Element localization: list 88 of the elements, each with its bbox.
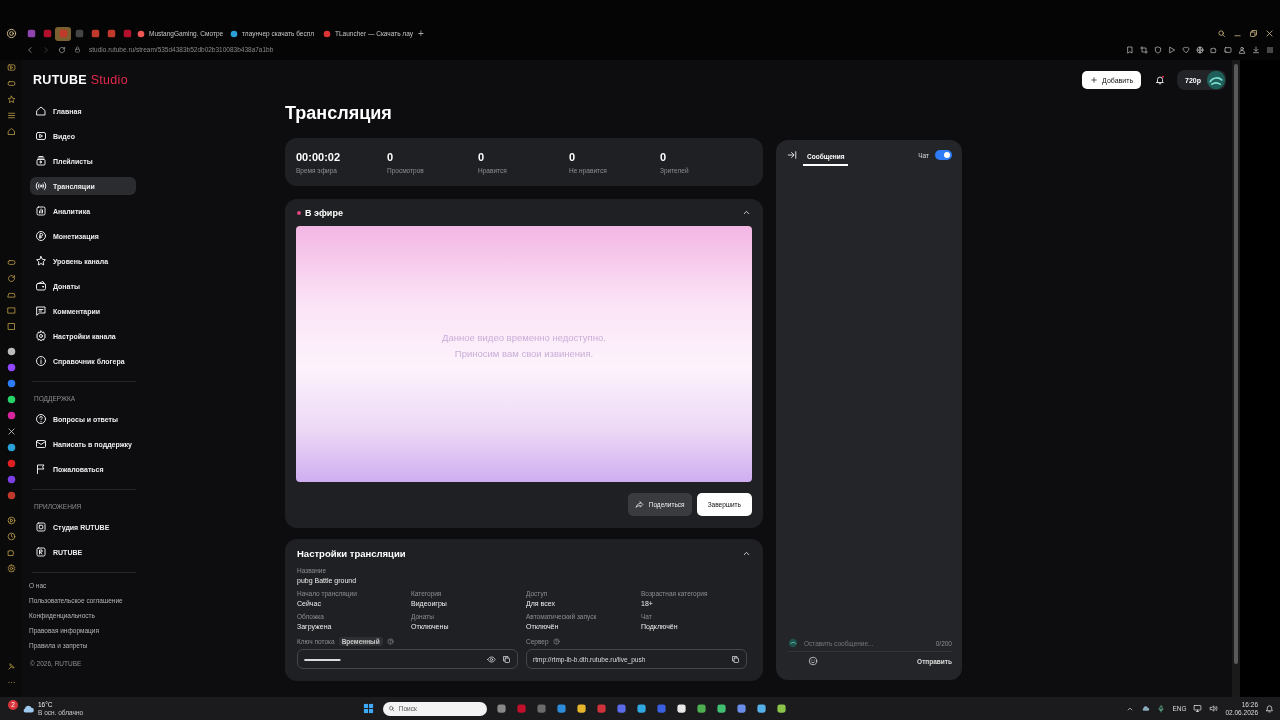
- settings-icon[interactable]: [6, 564, 16, 573]
- plus-icon: [1090, 76, 1099, 84]
- question-icon: [35, 413, 47, 425]
- flag-icon: [35, 463, 47, 475]
- app-icon[interactable]: [635, 703, 647, 714]
- shield-icon[interactable]: [1154, 45, 1162, 54]
- cloud-icon[interactable]: [1141, 704, 1151, 713]
- share-icon: [634, 500, 644, 509]
- chart-icon: [35, 205, 47, 217]
- app-icon: [35, 546, 47, 558]
- bookmark-icon[interactable]: [1126, 45, 1134, 54]
- copy-icon[interactable]: [502, 654, 511, 664]
- search-icon: [387, 705, 395, 712]
- broadcast-icon: [35, 180, 47, 192]
- browser-logo-icon[interactable]: [6, 28, 17, 39]
- video-icon[interactable]: [6, 63, 16, 72]
- panel-title: Настройки трансляции: [297, 547, 406, 559]
- preview-message: Данное видео временно недоступно.: [442, 331, 606, 345]
- avatar-icon[interactable]: [1206, 70, 1226, 90]
- chevron-icon[interactable]: [742, 208, 751, 217]
- x-mark-icon[interactable]: [6, 427, 16, 436]
- star-icon: [35, 255, 47, 267]
- bell-icon[interactable]: [1155, 75, 1166, 85]
- video-icon: [35, 130, 47, 142]
- app-icon[interactable]: [755, 703, 767, 714]
- playlist-icon: [35, 155, 47, 167]
- copy-icon[interactable]: [731, 654, 740, 664]
- play-icon[interactable]: [6, 516, 16, 525]
- settings-icon: [35, 330, 47, 342]
- home-icon[interactable]: [6, 127, 16, 136]
- tab-favicon-icon: [230, 29, 238, 38]
- start-icon[interactable]: [362, 703, 374, 714]
- close-icon[interactable]: [1265, 29, 1274, 38]
- comment-icon: [35, 305, 47, 317]
- help-icon[interactable]: [386, 637, 394, 645]
- star-icon[interactable]: [6, 95, 16, 104]
- monitor-icon[interactable]: [1193, 704, 1203, 713]
- collapse-icon[interactable]: [787, 150, 797, 160]
- image-icon[interactable]: [6, 306, 16, 315]
- app-icon[interactable]: [775, 703, 787, 714]
- speaker-icon[interactable]: [1209, 704, 1219, 713]
- restore-icon[interactable]: [1249, 29, 1258, 38]
- live-status: В эфире: [305, 207, 343, 218]
- page-title: Трансляция: [285, 102, 393, 125]
- back-icon[interactable]: [26, 45, 34, 54]
- reload-icon[interactable]: [58, 45, 66, 54]
- download-icon[interactable]: [1252, 45, 1260, 54]
- stat-value: 0: [569, 150, 577, 163]
- home-icon: [35, 105, 47, 117]
- app-icon: [35, 521, 47, 533]
- stat-value: 00:00:02: [296, 150, 342, 163]
- chat-toggle[interactable]: [935, 150, 952, 160]
- app-icon[interactable]: [695, 703, 707, 714]
- rutube-studio-logo[interactable]: RUTUBE Studio: [33, 73, 128, 87]
- stat-value: 0: [387, 150, 395, 163]
- preview-message: Приносим вам свои извинения.: [454, 347, 594, 361]
- pin-icon[interactable]: [6, 662, 16, 671]
- emoji-icon[interactable]: [808, 656, 818, 666]
- avatar-icon: [788, 638, 798, 648]
- info-icon: [35, 355, 47, 367]
- browser-tab[interactable]: [55, 26, 71, 41]
- scrollbar-thumb[interactable]: [1234, 64, 1238, 664]
- stat-value: 0: [660, 150, 668, 163]
- list-icon[interactable]: [6, 111, 16, 120]
- app-icon[interactable]: [715, 703, 727, 714]
- search-icon[interactable]: [1217, 29, 1226, 38]
- eye-icon[interactable]: [487, 654, 496, 664]
- microphone-icon[interactable]: [1157, 704, 1166, 713]
- tab-favicon-icon: [323, 29, 331, 38]
- coin-icon: [35, 230, 47, 242]
- clock-icon[interactable]: [6, 532, 16, 541]
- note-icon[interactable]: [6, 322, 16, 331]
- notification-icon[interactable]: [1265, 704, 1274, 713]
- crop-icon[interactable]: [1140, 45, 1148, 54]
- wallet-icon: [35, 280, 47, 292]
- globe-icon[interactable]: [1196, 45, 1204, 54]
- profile-icon[interactable]: [1238, 45, 1246, 54]
- stat-value: 0: [478, 150, 486, 163]
- lock-icon: [74, 46, 81, 53]
- help-icon[interactable]: [552, 637, 560, 645]
- play-icon[interactable]: [1168, 45, 1176, 54]
- history-icon[interactable]: [6, 274, 16, 283]
- app-icon[interactable]: [575, 703, 587, 714]
- live-dot: [297, 210, 301, 215]
- app-icon[interactable]: [675, 703, 687, 714]
- envelope-icon: [35, 438, 47, 450]
- heart-icon[interactable]: [1182, 45, 1190, 54]
- new-tab-button[interactable]: +: [418, 28, 424, 39]
